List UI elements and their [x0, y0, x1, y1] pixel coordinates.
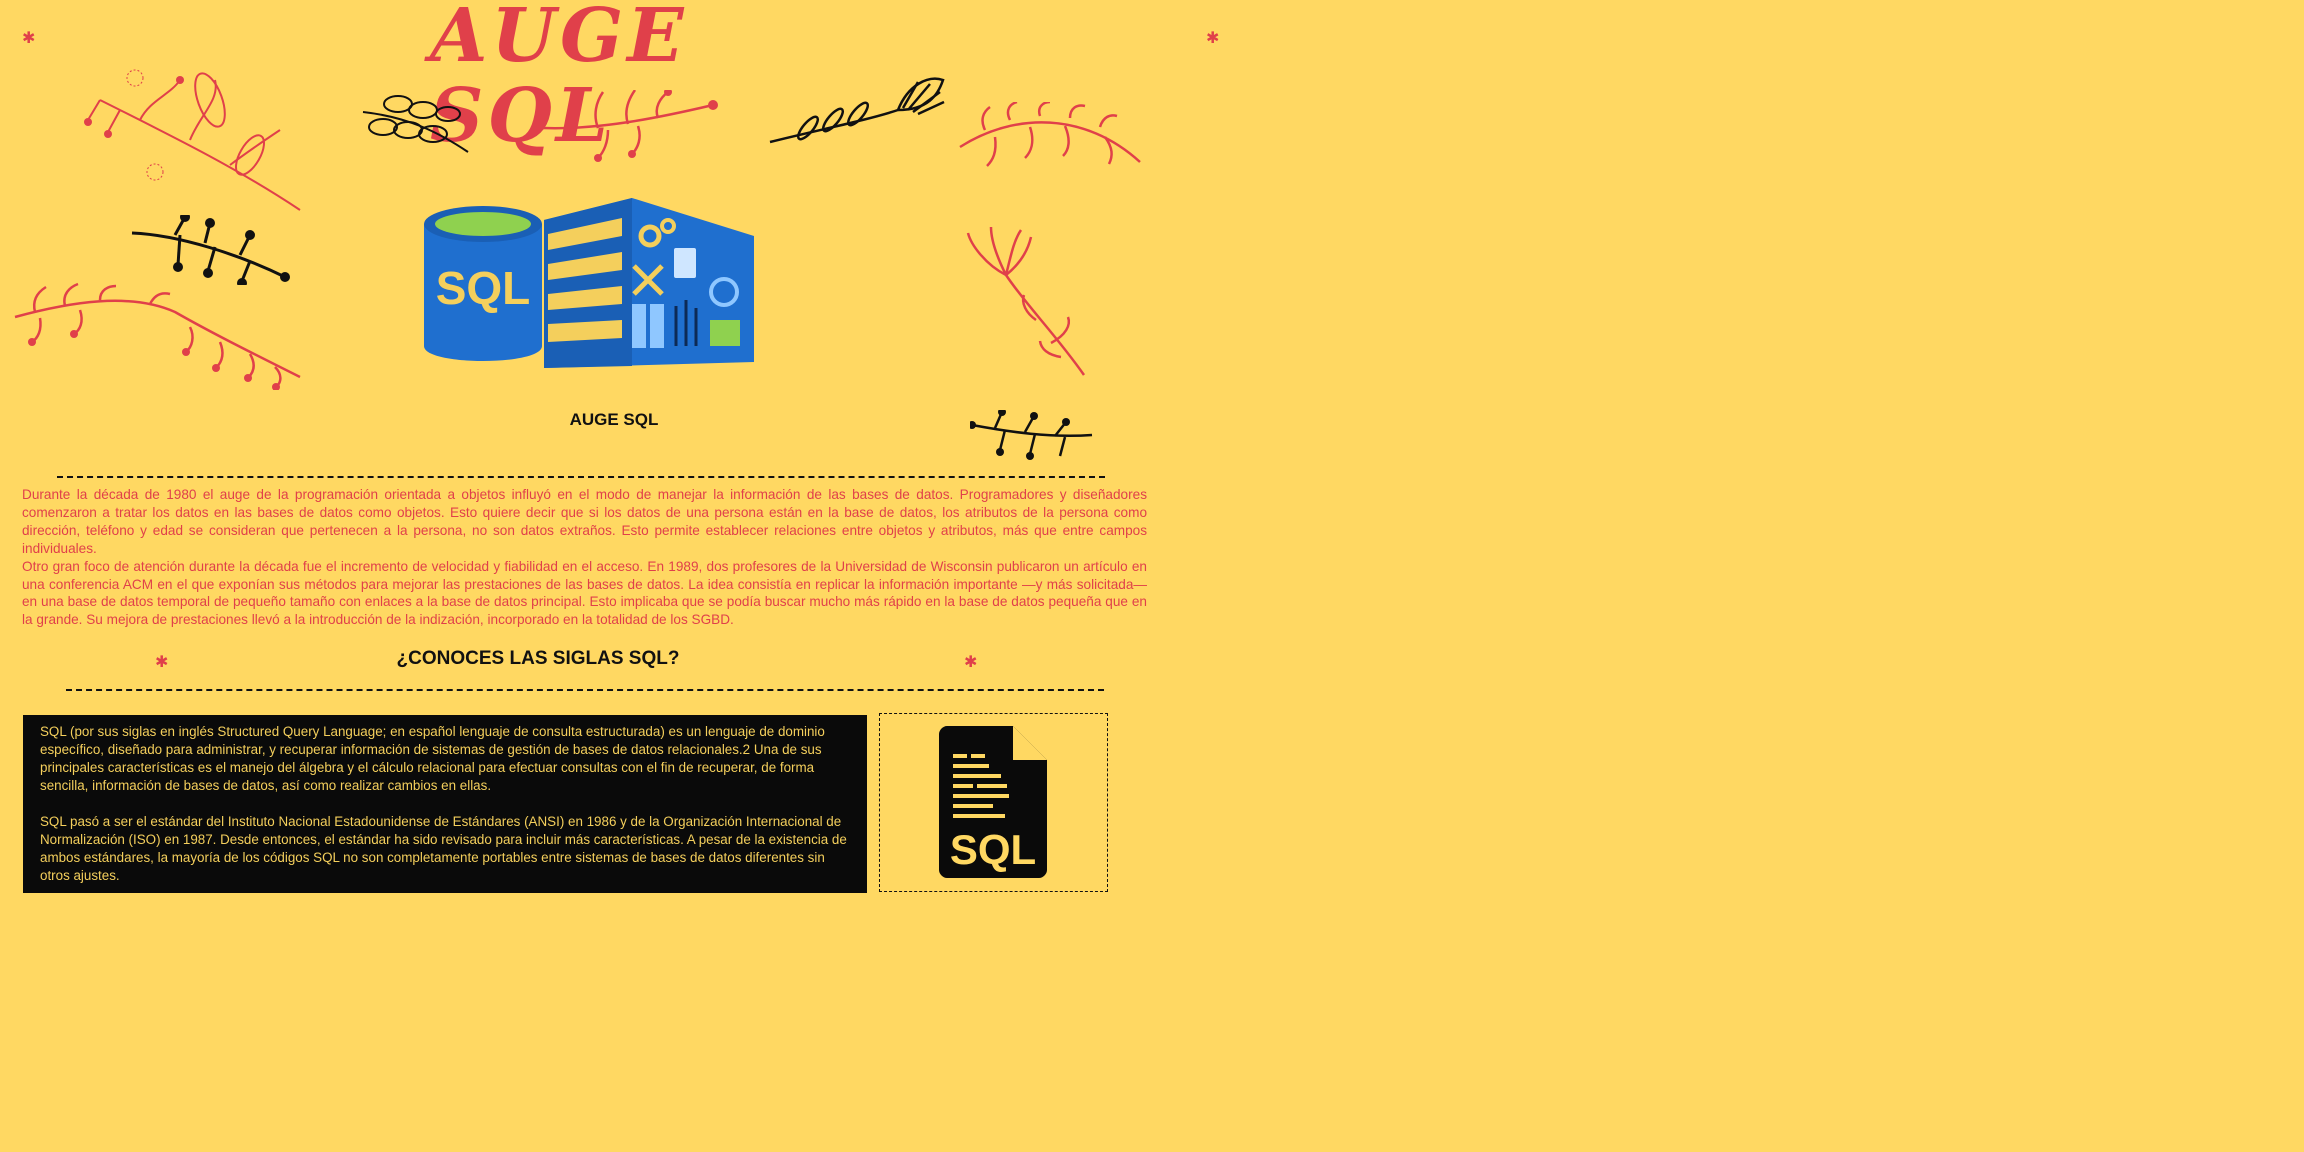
file-icon-label: SQL	[950, 826, 1036, 873]
floral-branch-icon	[970, 410, 1093, 460]
floral-branch-icon	[769, 77, 945, 144]
asterisk-icon: ✱	[964, 652, 978, 671]
siglas-title: ¿CONOCES LAS SIGLAS SQL?	[396, 648, 680, 669]
siglas-paragraph: SQL (por sus siglas en inglés Structured…	[40, 724, 825, 793]
asterisk-icon: ✱	[22, 28, 36, 47]
floral-branch-icon	[362, 95, 469, 153]
floral-branch-icon	[14, 282, 301, 390]
asterisk-icon: ✱	[155, 652, 169, 671]
floral-branch-icon	[542, 90, 718, 162]
siglas-text-box: SQL (por sus siglas en inglés Structured…	[23, 715, 867, 893]
asterisk-icon: ✱	[1206, 28, 1220, 47]
floral-branch-icon	[131, 215, 290, 285]
intro-paragraph: Otro gran foco de atención durante la dé…	[22, 558, 1147, 628]
sql-file-icon-box: SQL	[879, 713, 1108, 892]
floral-branch-icon	[966, 226, 1086, 376]
page-subtitle: AUGE SQL	[569, 410, 659, 429]
divider	[66, 689, 1104, 691]
intro-text: Durante la década de 1980 el auge de la …	[22, 486, 1147, 629]
intro-paragraph: Durante la década de 1980 el auge de la …	[22, 487, 1147, 556]
divider	[57, 476, 1105, 478]
siglas-paragraph: SQL pasó a ser el estándar del Instituto…	[40, 814, 847, 883]
floral-branch-icon	[84, 69, 301, 211]
logo-label: SQL	[436, 262, 531, 314]
sql-file-icon: SQL	[939, 726, 1047, 878]
database-server-icon: SQL	[424, 198, 754, 368]
floral-branch-icon	[959, 102, 1141, 167]
